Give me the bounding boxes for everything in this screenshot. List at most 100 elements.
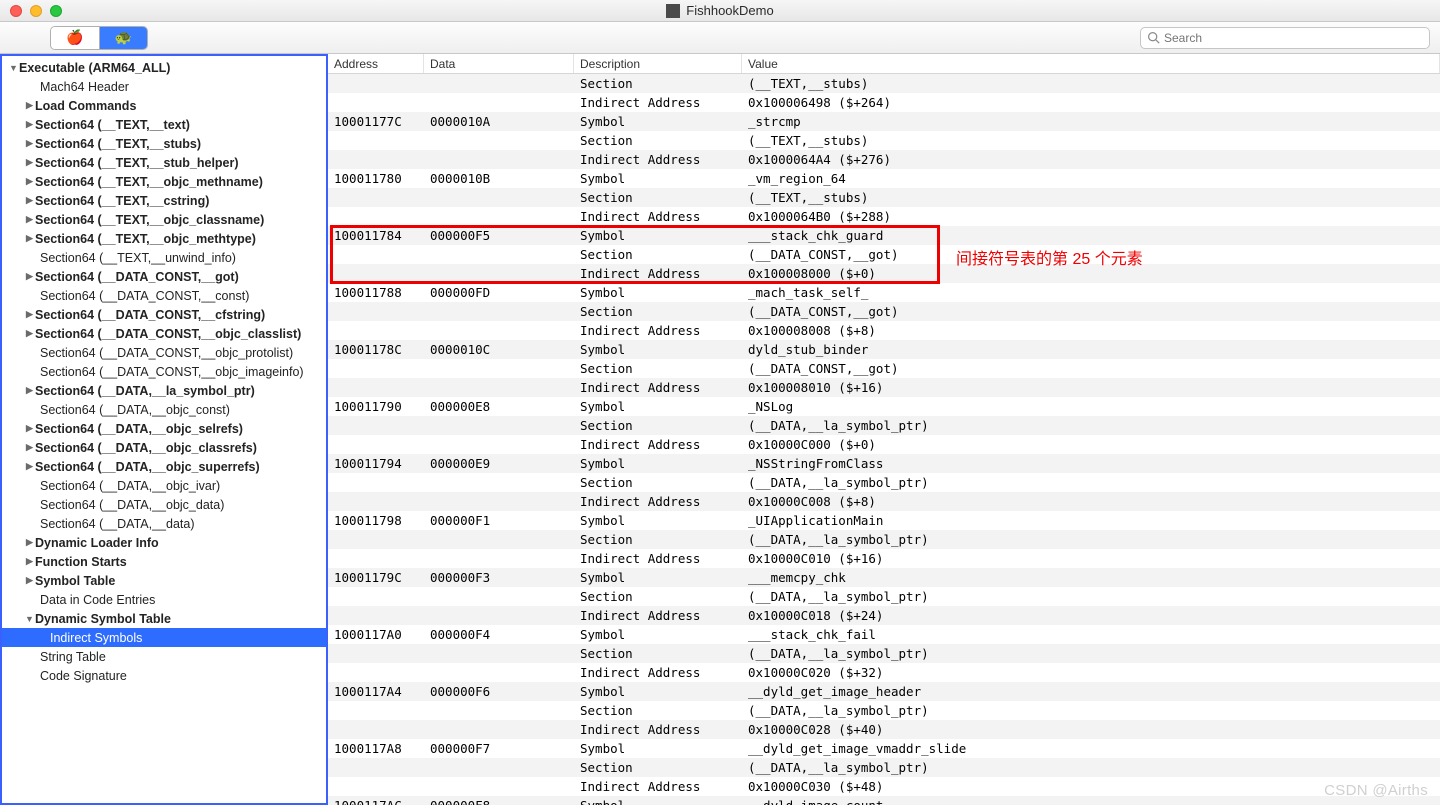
- sidebar-item[interactable]: ▶Section64 (__TEXT,__stubs): [2, 134, 326, 153]
- table-row[interactable]: Indirect Address0x100008000 ($+0): [328, 264, 1440, 283]
- col-address[interactable]: Address: [328, 54, 424, 73]
- table-row[interactable]: Indirect Address0x1000064B0 ($+288): [328, 207, 1440, 226]
- sidebar-item[interactable]: ▶Load Commands: [2, 96, 326, 115]
- search-field[interactable]: [1140, 27, 1430, 49]
- col-description[interactable]: Description: [574, 54, 742, 73]
- table-row[interactable]: Indirect Address0x1000064A4 ($+276): [328, 150, 1440, 169]
- sidebar-item[interactable]: Section64 (__DATA,__objc_const): [2, 400, 326, 419]
- sidebar-item[interactable]: ▶Section64 (__DATA,__objc_classrefs): [2, 438, 326, 457]
- table-row[interactable]: Section(__TEXT,__stubs): [328, 131, 1440, 150]
- sidebar-item[interactable]: ▶Dynamic Loader Info: [2, 533, 326, 552]
- table-row[interactable]: Indirect Address0x10000C028 ($+40): [328, 720, 1440, 739]
- table-row[interactable]: Section(__TEXT,__stubs): [328, 74, 1440, 93]
- table-row[interactable]: Section(__DATA,__la_symbol_ptr): [328, 758, 1440, 777]
- table-row[interactable]: Indirect Address0x10000C020 ($+32): [328, 663, 1440, 682]
- table-row[interactable]: Section(__DATA,__la_symbol_ptr): [328, 416, 1440, 435]
- table-row[interactable]: 1000117A0000000F4Symbol___stack_chk_fail: [328, 625, 1440, 644]
- sidebar-item[interactable]: Section64 (__DATA_CONST,__objc_protolist…: [2, 343, 326, 362]
- table-row[interactable]: Indirect Address0x100006498 ($+264): [328, 93, 1440, 112]
- sidebar-item[interactable]: Section64 (__DATA,__data): [2, 514, 326, 533]
- sidebar-item[interactable]: Section64 (__DATA_CONST,__objc_imageinfo…: [2, 362, 326, 381]
- sidebar-item[interactable]: ▶Section64 (__TEXT,__objc_methname): [2, 172, 326, 191]
- sidebar-item[interactable]: ▶Section64 (__TEXT,__objc_methtype): [2, 229, 326, 248]
- cell-value: _UIApplicationMain: [742, 513, 1440, 528]
- table-row[interactable]: Section(__DATA_CONST,__got): [328, 245, 1440, 264]
- sidebar-item[interactable]: ▶Section64 (__DATA_CONST,__cfstring): [2, 305, 326, 324]
- table-row[interactable]: Indirect Address0x10000C010 ($+16): [328, 549, 1440, 568]
- sidebar-item[interactable]: ▶Section64 (__TEXT,__objc_classname): [2, 210, 326, 229]
- table-row[interactable]: Section(__DATA,__la_symbol_ptr): [328, 701, 1440, 720]
- sidebar-item-label: Section64 (__DATA,__objc_data): [40, 498, 224, 512]
- table-row[interactable]: 1000117800000010BSymbol_vm_region_64: [328, 169, 1440, 188]
- cell-address: 100011798: [328, 513, 424, 528]
- cell-value: 0x100006498 ($+264): [742, 95, 1440, 110]
- table-row[interactable]: 10001178C0000010CSymboldyld_stub_binder: [328, 340, 1440, 359]
- col-value[interactable]: Value: [742, 54, 1440, 73]
- table-row[interactable]: Indirect Address0x10000C018 ($+24): [328, 606, 1440, 625]
- table-row[interactable]: Section(__DATA,__la_symbol_ptr): [328, 473, 1440, 492]
- table-row[interactable]: Indirect Address0x10000C030 ($+48): [328, 777, 1440, 796]
- table-row[interactable]: Section(__DATA_CONST,__got): [328, 302, 1440, 321]
- sidebar-item[interactable]: ▶Section64 (__DATA,__objc_selrefs): [2, 419, 326, 438]
- sidebar-item[interactable]: Section64 (__DATA,__objc_ivar): [2, 476, 326, 495]
- mode-raw-button[interactable]: 🍎: [51, 27, 99, 49]
- cell-value: ___stack_chk_guard: [742, 228, 1440, 243]
- table-row[interactable]: Indirect Address0x100008010 ($+16): [328, 378, 1440, 397]
- sidebar-item[interactable]: Section64 (__DATA,__objc_data): [2, 495, 326, 514]
- cell-data: 000000F6: [424, 684, 574, 699]
- cell-data: 000000F1: [424, 513, 574, 528]
- sidebar-item[interactable]: ▶Section64 (__DATA,__la_symbol_ptr): [2, 381, 326, 400]
- cell-description: Indirect Address: [574, 152, 742, 167]
- cell-description: Section: [574, 133, 742, 148]
- table-row[interactable]: Section(__DATA,__la_symbol_ptr): [328, 644, 1440, 663]
- detail-pane[interactable]: Address Data Description Value Section(_…: [328, 54, 1440, 805]
- tree-root[interactable]: ▼Executable (ARM64_ALL): [2, 58, 326, 77]
- table-row[interactable]: 100011790000000E8Symbol_NSLog: [328, 397, 1440, 416]
- table-row[interactable]: Indirect Address0x100008008 ($+8): [328, 321, 1440, 340]
- search-input[interactable]: [1164, 31, 1423, 45]
- sidebar-item[interactable]: Code Signature: [2, 666, 326, 685]
- cell-value: _mach_task_self_: [742, 285, 1440, 300]
- sidebar-item[interactable]: ▶Section64 (__TEXT,__cstring): [2, 191, 326, 210]
- sidebar-item[interactable]: Indirect Symbols: [2, 628, 326, 647]
- chevron-icon: ▶: [24, 157, 35, 168]
- table-row[interactable]: 10001179C000000F3Symbol___memcpy_chk: [328, 568, 1440, 587]
- table-row[interactable]: Section(__DATA,__la_symbol_ptr): [328, 587, 1440, 606]
- sidebar-item[interactable]: ▶Section64 (__DATA,__objc_superrefs): [2, 457, 326, 476]
- table-row[interactable]: 100011794000000E9Symbol_NSStringFromClas…: [328, 454, 1440, 473]
- sidebar-item[interactable]: String Table: [2, 647, 326, 666]
- table-row[interactable]: Indirect Address0x10000C008 ($+8): [328, 492, 1440, 511]
- sidebar-item[interactable]: Data in Code Entries: [2, 590, 326, 609]
- sidebar-item[interactable]: ▶Section64 (__TEXT,__text): [2, 115, 326, 134]
- sidebar-item-label: Section64 (__TEXT,__objc_methtype): [35, 232, 256, 246]
- sidebar-item[interactable]: Mach64 Header: [2, 77, 326, 96]
- sidebar-item[interactable]: ▶Symbol Table: [2, 571, 326, 590]
- table-row[interactable]: 100011788000000FDSymbol_mach_task_self_: [328, 283, 1440, 302]
- sidebar-item[interactable]: ▶Function Starts: [2, 552, 326, 571]
- sidebar-item[interactable]: ▶Section64 (__DATA_CONST,__objc_classlis…: [2, 324, 326, 343]
- mode-rich-button[interactable]: 🐢: [99, 27, 147, 49]
- cell-data: 0000010B: [424, 171, 574, 186]
- sidebar-item[interactable]: Section64 (__TEXT,__unwind_info): [2, 248, 326, 267]
- table-row[interactable]: Section(__DATA,__la_symbol_ptr): [328, 530, 1440, 549]
- table-row[interactable]: 100011784000000F5Symbol___stack_chk_guar…: [328, 226, 1440, 245]
- col-data[interactable]: Data: [424, 54, 574, 73]
- table-row[interactable]: 1000117AC000000F8Symbol__dyld_image_coun…: [328, 796, 1440, 805]
- table-row[interactable]: 1000117A8000000F7Symbol__dyld_get_image_…: [328, 739, 1440, 758]
- sidebar-item[interactable]: ▶Section64 (__DATA_CONST,__got): [2, 267, 326, 286]
- table-row[interactable]: 100011798000000F1Symbol_UIApplicationMai…: [328, 511, 1440, 530]
- table-row[interactable]: Section(__DATA_CONST,__got): [328, 359, 1440, 378]
- table-row[interactable]: 10001177C0000010ASymbol_strcmp: [328, 112, 1440, 131]
- table-row[interactable]: 1000117A4000000F6Symbol__dyld_get_image_…: [328, 682, 1440, 701]
- sidebar-item[interactable]: ▼Dynamic Symbol Table: [2, 609, 326, 628]
- sidebar[interactable]: ▼Executable (ARM64_ALL)Mach64 Header▶Loa…: [0, 54, 328, 805]
- table-row[interactable]: Section(__TEXT,__stubs): [328, 188, 1440, 207]
- sidebar-item[interactable]: Section64 (__DATA_CONST,__const): [2, 286, 326, 305]
- chevron-icon: ▶: [24, 537, 35, 548]
- sidebar-item-label: Indirect Symbols: [50, 631, 142, 645]
- table-row[interactable]: Indirect Address0x10000C000 ($+0): [328, 435, 1440, 454]
- chevron-icon: ▶: [24, 195, 35, 206]
- cell-description: Section: [574, 646, 742, 661]
- cell-value: 0x10000C030 ($+48): [742, 779, 1440, 794]
- sidebar-item[interactable]: ▶Section64 (__TEXT,__stub_helper): [2, 153, 326, 172]
